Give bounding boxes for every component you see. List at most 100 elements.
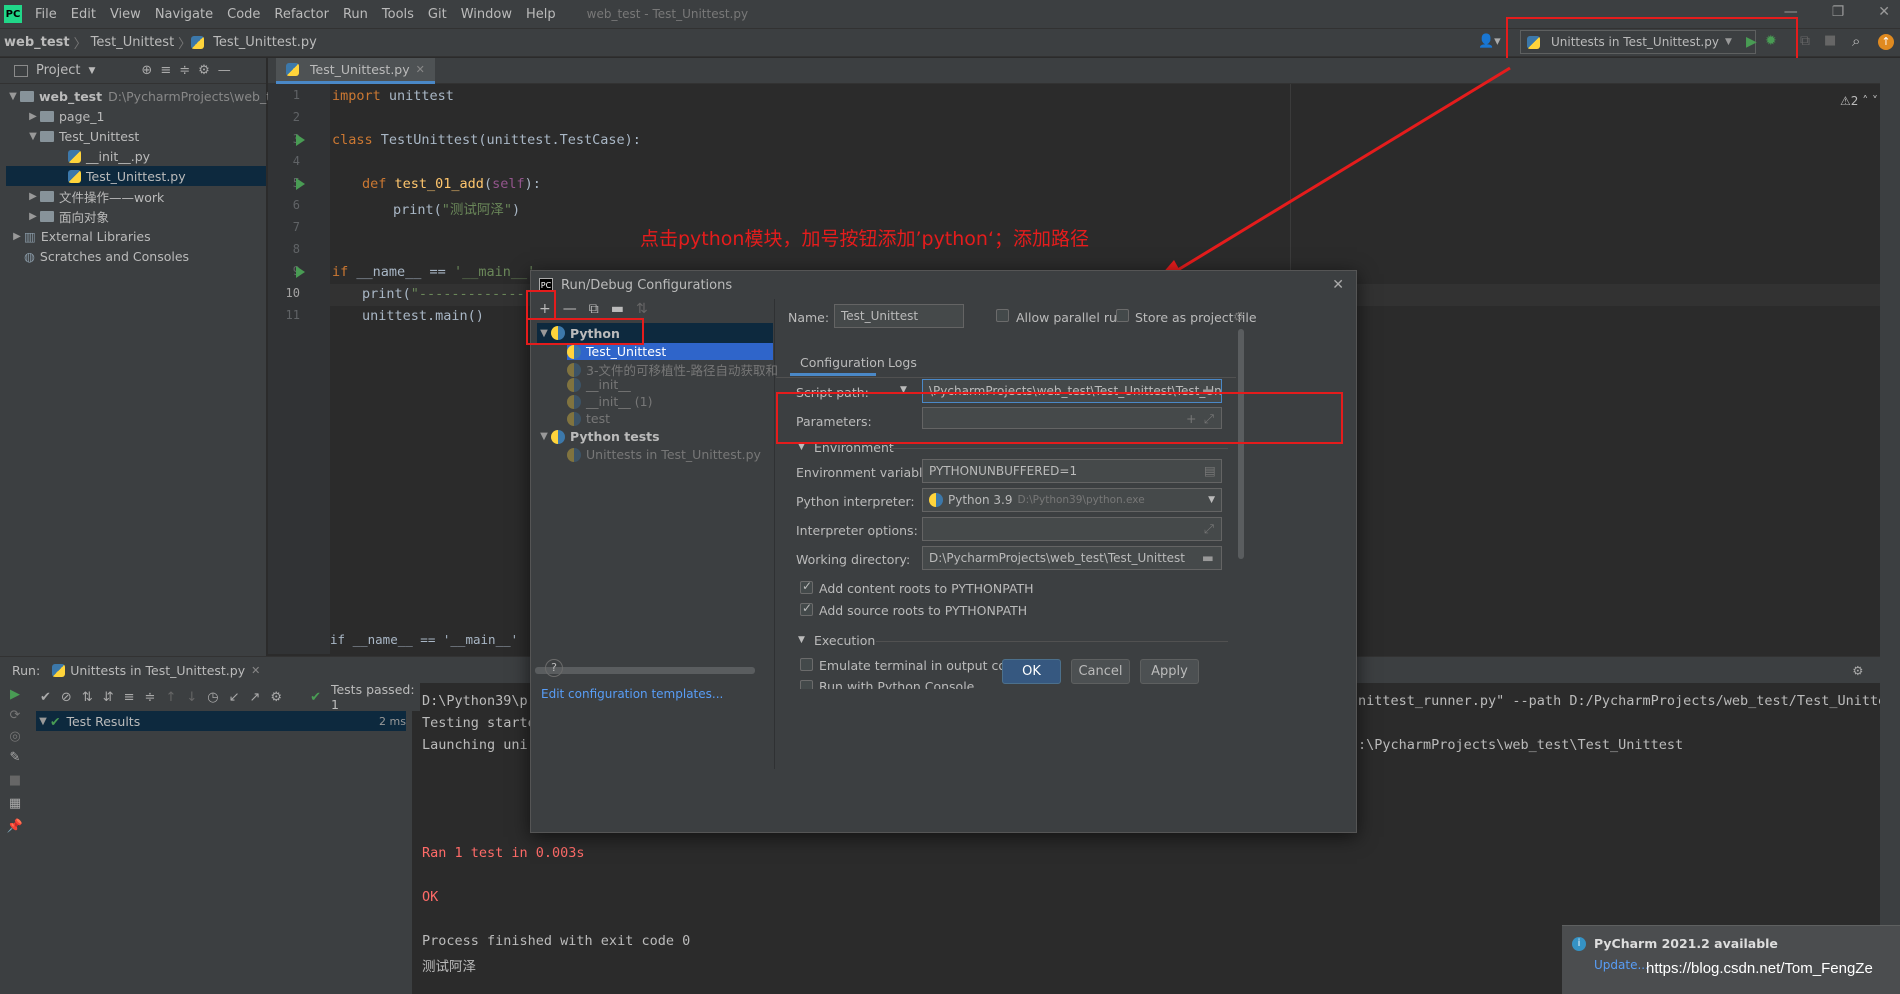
tree-item-file-ops[interactable]: ▶ 文件操作——work: [26, 186, 164, 206]
tree-group-python-tests[interactable]: ▼ Python tests: [537, 429, 659, 444]
breadcrumb-project[interactable]: web_test: [0, 35, 74, 50]
sort-alpha-icon[interactable]: ⇅: [82, 690, 93, 705]
expand-icon[interactable]: ⤢: [1204, 411, 1214, 427]
add-source-roots-checkbox[interactable]: [800, 601, 813, 616]
browse-folder-icon[interactable]: ▬: [1202, 550, 1214, 565]
menu-tools[interactable]: Tools: [375, 7, 421, 22]
gear-icon[interactable]: ⚙: [1233, 309, 1244, 324]
close-icon[interactable]: ✕: [1332, 277, 1344, 293]
run-icon[interactable]: ▶: [1746, 34, 1757, 50]
run-tab[interactable]: Unittests in Test_Unittest.py: [70, 663, 245, 678]
add-icon[interactable]: +: [539, 301, 551, 317]
project-panel-title[interactable]: Project: [36, 63, 80, 78]
wrench-icon[interactable]: ✎: [0, 750, 30, 765]
apply-button[interactable]: Apply: [1140, 659, 1199, 684]
ok-button[interactable]: OK: [1002, 659, 1061, 684]
name-field[interactable]: Test_Unittest: [834, 304, 964, 328]
chevron-down-icon[interactable]: ▼: [900, 385, 907, 395]
menu-refactor[interactable]: Refactor: [267, 7, 336, 22]
copy-icon[interactable]: ⧉: [589, 301, 599, 317]
tree-item-test-unittest-py[interactable]: Test_Unittest.py: [6, 166, 266, 186]
tab-logs[interactable]: Logs: [888, 355, 917, 370]
menu-run[interactable]: Run: [336, 7, 375, 22]
test-results-root[interactable]: ▼ ✔ Test Results 2 ms: [36, 711, 406, 731]
tree-item-oop[interactable]: ▶ 面向对象: [26, 206, 109, 226]
remove-icon[interactable]: —: [563, 301, 577, 317]
tree-item-test[interactable]: test: [567, 411, 610, 426]
tree-item-init[interactable]: __init__: [567, 377, 631, 392]
store-project-checkbox[interactable]: [1116, 309, 1129, 322]
tree-item-init[interactable]: __init__.py: [68, 146, 150, 166]
help-button[interactable]: ?: [545, 659, 563, 677]
next-icon[interactable]: ↓: [186, 690, 197, 705]
chevron-down-icon[interactable]: ▼: [798, 635, 805, 645]
gear-icon[interactable]: ⚙: [198, 63, 210, 78]
edit-templates-link[interactable]: Edit configuration templates...: [541, 687, 723, 701]
toggle-auto-test-icon[interactable]: ◎: [0, 729, 30, 744]
minimize-icon[interactable]: —: [1784, 4, 1798, 20]
cancel-button[interactable]: Cancel: [1071, 659, 1130, 684]
horizontal-scrollbar[interactable]: [535, 667, 755, 674]
chevron-down-icon[interactable]: ▼: [798, 442, 805, 452]
add-content-roots-checkbox[interactable]: [800, 579, 813, 594]
breadcrumb-file[interactable]: Test_Unittest.py: [209, 35, 321, 50]
breadcrumb-folder[interactable]: Test_Unittest: [87, 35, 179, 50]
menu-code[interactable]: Code: [220, 7, 267, 22]
previous-icon[interactable]: ↑: [165, 690, 176, 705]
menu-help[interactable]: Help: [519, 7, 563, 22]
sort-duration-icon[interactable]: ⇵: [103, 690, 114, 705]
add-icon[interactable]: +: [1186, 411, 1196, 426]
tree-item-test-unittest[interactable]: ▼ Test_Unittest: [26, 126, 139, 146]
script-path-field[interactable]: \PycharmProjects\web_test\Test_Unittest\…: [922, 379, 1222, 403]
menu-navigate[interactable]: Navigate: [148, 7, 220, 22]
menu-view[interactable]: View: [103, 7, 148, 22]
vertical-scrollbar[interactable]: [1238, 329, 1244, 559]
pin-icon[interactable]: 📌: [0, 819, 30, 834]
parameters-field[interactable]: [922, 407, 1222, 429]
show-ignored-icon[interactable]: ⊘: [61, 690, 72, 705]
browse-folder-icon[interactable]: ▬: [1202, 383, 1214, 398]
folder-icon[interactable]: ▬: [611, 301, 624, 317]
env-vars-field[interactable]: PYTHONUNBUFFERED=1: [922, 459, 1222, 483]
expand-all-icon[interactable]: ≡: [124, 690, 135, 705]
layout-icon[interactable]: ▦: [0, 796, 30, 811]
stop-icon[interactable]: ■: [1824, 33, 1836, 48]
expand-all-icon[interactable]: ≡: [160, 63, 171, 78]
gear-icon[interactable]: ⚙: [1852, 663, 1863, 678]
tree-item-init-1[interactable]: __init__ (1): [567, 394, 652, 409]
close-tab-icon[interactable]: ✕: [251, 664, 260, 677]
emulate-terminal-checkbox[interactable]: [800, 658, 813, 671]
search-icon[interactable]: ⌕: [1852, 32, 1860, 50]
coverage-icon[interactable]: ⧉: [1800, 33, 1810, 49]
working-dir-field[interactable]: D:\PycharmProjects\web_test\Test_Unittes…: [922, 546, 1222, 570]
stop-icon[interactable]: ■: [0, 773, 30, 788]
sort-icon[interactable]: ⇅: [636, 301, 648, 317]
editor-tab-active[interactable]: Test_Unittest.py ✕: [276, 58, 435, 84]
expand-icon[interactable]: ⤢: [1204, 521, 1214, 537]
import-icon[interactable]: ↙: [229, 690, 240, 705]
show-passed-icon[interactable]: ✔: [40, 690, 51, 705]
update-icon[interactable]: ↑: [1878, 34, 1894, 50]
history-icon[interactable]: ◷: [207, 690, 218, 705]
update-link[interactable]: Update...: [1594, 958, 1649, 972]
interpreter-options-field[interactable]: [922, 517, 1222, 541]
run-gutter-icon[interactable]: [296, 266, 305, 278]
tree-item-test-unittest[interactable]: Test_Unittest: [567, 343, 773, 360]
hide-icon[interactable]: —: [218, 63, 231, 78]
tab-configuration[interactable]: Configuration: [800, 355, 885, 370]
user-icon[interactable]: 👤▾: [1478, 34, 1501, 49]
locate-icon[interactable]: ⊕: [141, 63, 152, 78]
menu-edit[interactable]: Edit: [64, 7, 103, 22]
tree-item-unittests[interactable]: Unittests in Test_Unittest.py: [567, 447, 761, 462]
tree-root-web-test[interactable]: ▼ web_test D:\PycharmProjects\web_te: [6, 86, 279, 106]
tree-item-external-libraries[interactable]: ▶ ▥ External Libraries: [10, 226, 151, 246]
run-gutter-icon[interactable]: [296, 134, 305, 146]
run-configuration-select[interactable]: Unittests in Test_Unittest.py ▼: [1520, 30, 1756, 54]
menu-window[interactable]: Window: [454, 7, 519, 22]
run-with-console-checkbox[interactable]: [800, 680, 813, 689]
tree-item-page1[interactable]: ▶ page_1: [26, 106, 104, 126]
tree-group-python[interactable]: ▼ Python: [537, 323, 773, 343]
rerun-failed-icon[interactable]: ⟳: [0, 708, 30, 723]
run-gutter-icon[interactable]: [296, 178, 305, 190]
menu-git[interactable]: Git: [421, 7, 454, 22]
